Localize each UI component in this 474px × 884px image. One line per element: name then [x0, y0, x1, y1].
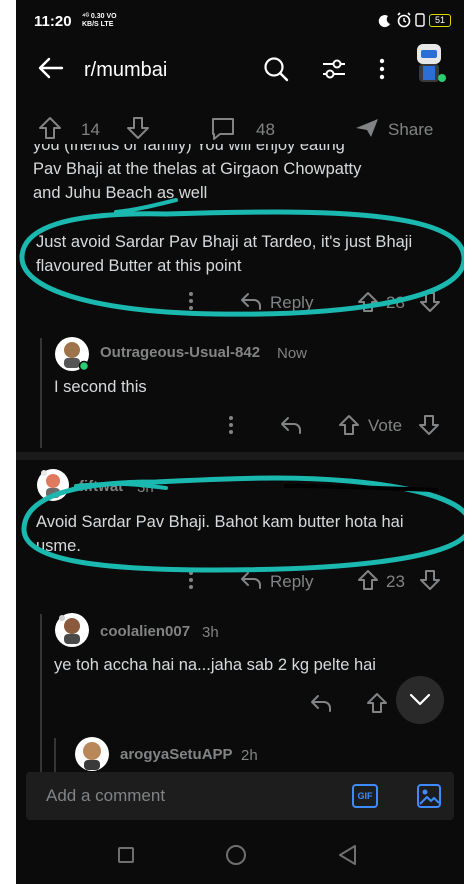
comment-score: 28 — [386, 293, 405, 312]
timestamp: 2h — [241, 747, 258, 764]
battery-indicator: 51 — [429, 14, 451, 27]
post-comment-count: 48 — [256, 120, 275, 139]
comment-body: Pav Bhaji at the thelas at Girgaon Chowp… — [33, 160, 362, 202]
avatar[interactable] — [54, 612, 90, 648]
comment-score: 23 — [386, 572, 405, 591]
username[interactable]: arogyaSetuAPP — [120, 746, 233, 763]
avatar[interactable] — [36, 468, 70, 502]
upvote-icon[interactable] — [357, 569, 379, 591]
avatar[interactable] — [54, 336, 90, 372]
status-bar: 11:20 ⁴ᴳ 0.30 VO KB/S LTE 51 — [16, 0, 464, 42]
reply-button[interactable]: Reply — [270, 572, 313, 592]
image-upload-icon[interactable] — [416, 783, 442, 809]
post-upvote-icon[interactable] — [38, 116, 62, 140]
reply-arrow-icon[interactable] — [310, 694, 332, 712]
system-nav-bar — [16, 828, 464, 884]
reply-button[interactable]: Reply — [270, 293, 313, 313]
vote-button[interactable]: Vote — [368, 416, 402, 436]
comment-divider — [16, 452, 464, 460]
username[interactable]: fiftwat — [79, 478, 123, 495]
thread-line — [40, 338, 42, 448]
home-icon[interactable] — [225, 844, 247, 866]
status-time: 11:20 — [34, 13, 72, 30]
scroll-down-button[interactable] — [396, 676, 444, 724]
downvote-icon[interactable] — [419, 569, 441, 591]
back-arrow-icon[interactable] — [36, 56, 64, 80]
timestamp: 3h — [137, 479, 154, 496]
reply-arrow-icon[interactable] — [240, 292, 262, 310]
app-screen: 11:20 ⁴ᴳ 0.30 VO KB/S LTE 51 r/mumbai 14… — [16, 0, 464, 884]
timestamp: Now — [277, 345, 308, 362]
share-icon[interactable] — [354, 117, 380, 139]
thread-line — [40, 614, 42, 774]
annotation-scribble — [284, 484, 438, 492]
username[interactable]: coolalien007 — [100, 623, 190, 640]
username[interactable]: Outrageous-Usual-842 — [100, 344, 260, 361]
upvote-icon[interactable] — [357, 291, 379, 313]
recent-apps-icon[interactable] — [117, 846, 135, 864]
reply-arrow-icon[interactable] — [240, 571, 262, 589]
post-score: 14 — [81, 120, 100, 139]
more-options-icon[interactable] — [378, 58, 386, 80]
network-indicator: ⁴ᴳ 0.30 VO KB/S LTE — [82, 13, 117, 28]
back-nav-icon[interactable] — [337, 844, 357, 866]
subreddit-title[interactable]: r/mumbai — [84, 59, 167, 82]
user-avatar[interactable] — [409, 40, 449, 86]
comment-highlighted-paragraph: Avoid Sardar Pav Bhaji. Bahot kam butter… — [36, 513, 404, 555]
comment-input-bar[interactable]: Add a comment GIF — [26, 772, 454, 820]
comment-highlighted-paragraph: Just avoid Sardar Pav Bhaji at Tardeo, i… — [36, 233, 413, 275]
comment-more-icon[interactable] — [188, 291, 194, 311]
timestamp: 3h — [202, 624, 219, 641]
comment-body: ye toh accha hai na...jaha sab 2 kg pelt… — [54, 656, 376, 674]
alarm-icon — [397, 12, 411, 28]
thread-line — [54, 738, 56, 774]
search-icon[interactable] — [263, 56, 289, 82]
moon-icon — [378, 15, 390, 28]
upvote-icon[interactable] — [338, 414, 360, 436]
avatar[interactable] — [74, 736, 110, 772]
gif-button[interactable]: GIF — [352, 784, 378, 808]
vibrate-icon — [415, 13, 425, 27]
downvote-icon[interactable] — [419, 291, 441, 313]
post-downvote-icon[interactable] — [126, 116, 150, 140]
downvote-icon[interactable] — [418, 414, 440, 436]
comment-more-icon[interactable] — [188, 570, 194, 590]
chevron-down-icon — [409, 693, 431, 706]
comment-partial-line: you (friends or family) You will enjoy e… — [33, 144, 345, 154]
comment-bubble-icon[interactable] — [210, 116, 236, 142]
upvote-icon[interactable] — [366, 692, 388, 714]
comment-body: I second this — [54, 378, 147, 396]
comment-input[interactable]: Add a comment — [46, 786, 165, 806]
reply-arrow-icon[interactable] — [280, 416, 302, 434]
comment-more-icon[interactable] — [228, 415, 234, 435]
filter-sliders-icon[interactable] — [321, 57, 347, 81]
share-button[interactable]: Share — [388, 120, 433, 140]
